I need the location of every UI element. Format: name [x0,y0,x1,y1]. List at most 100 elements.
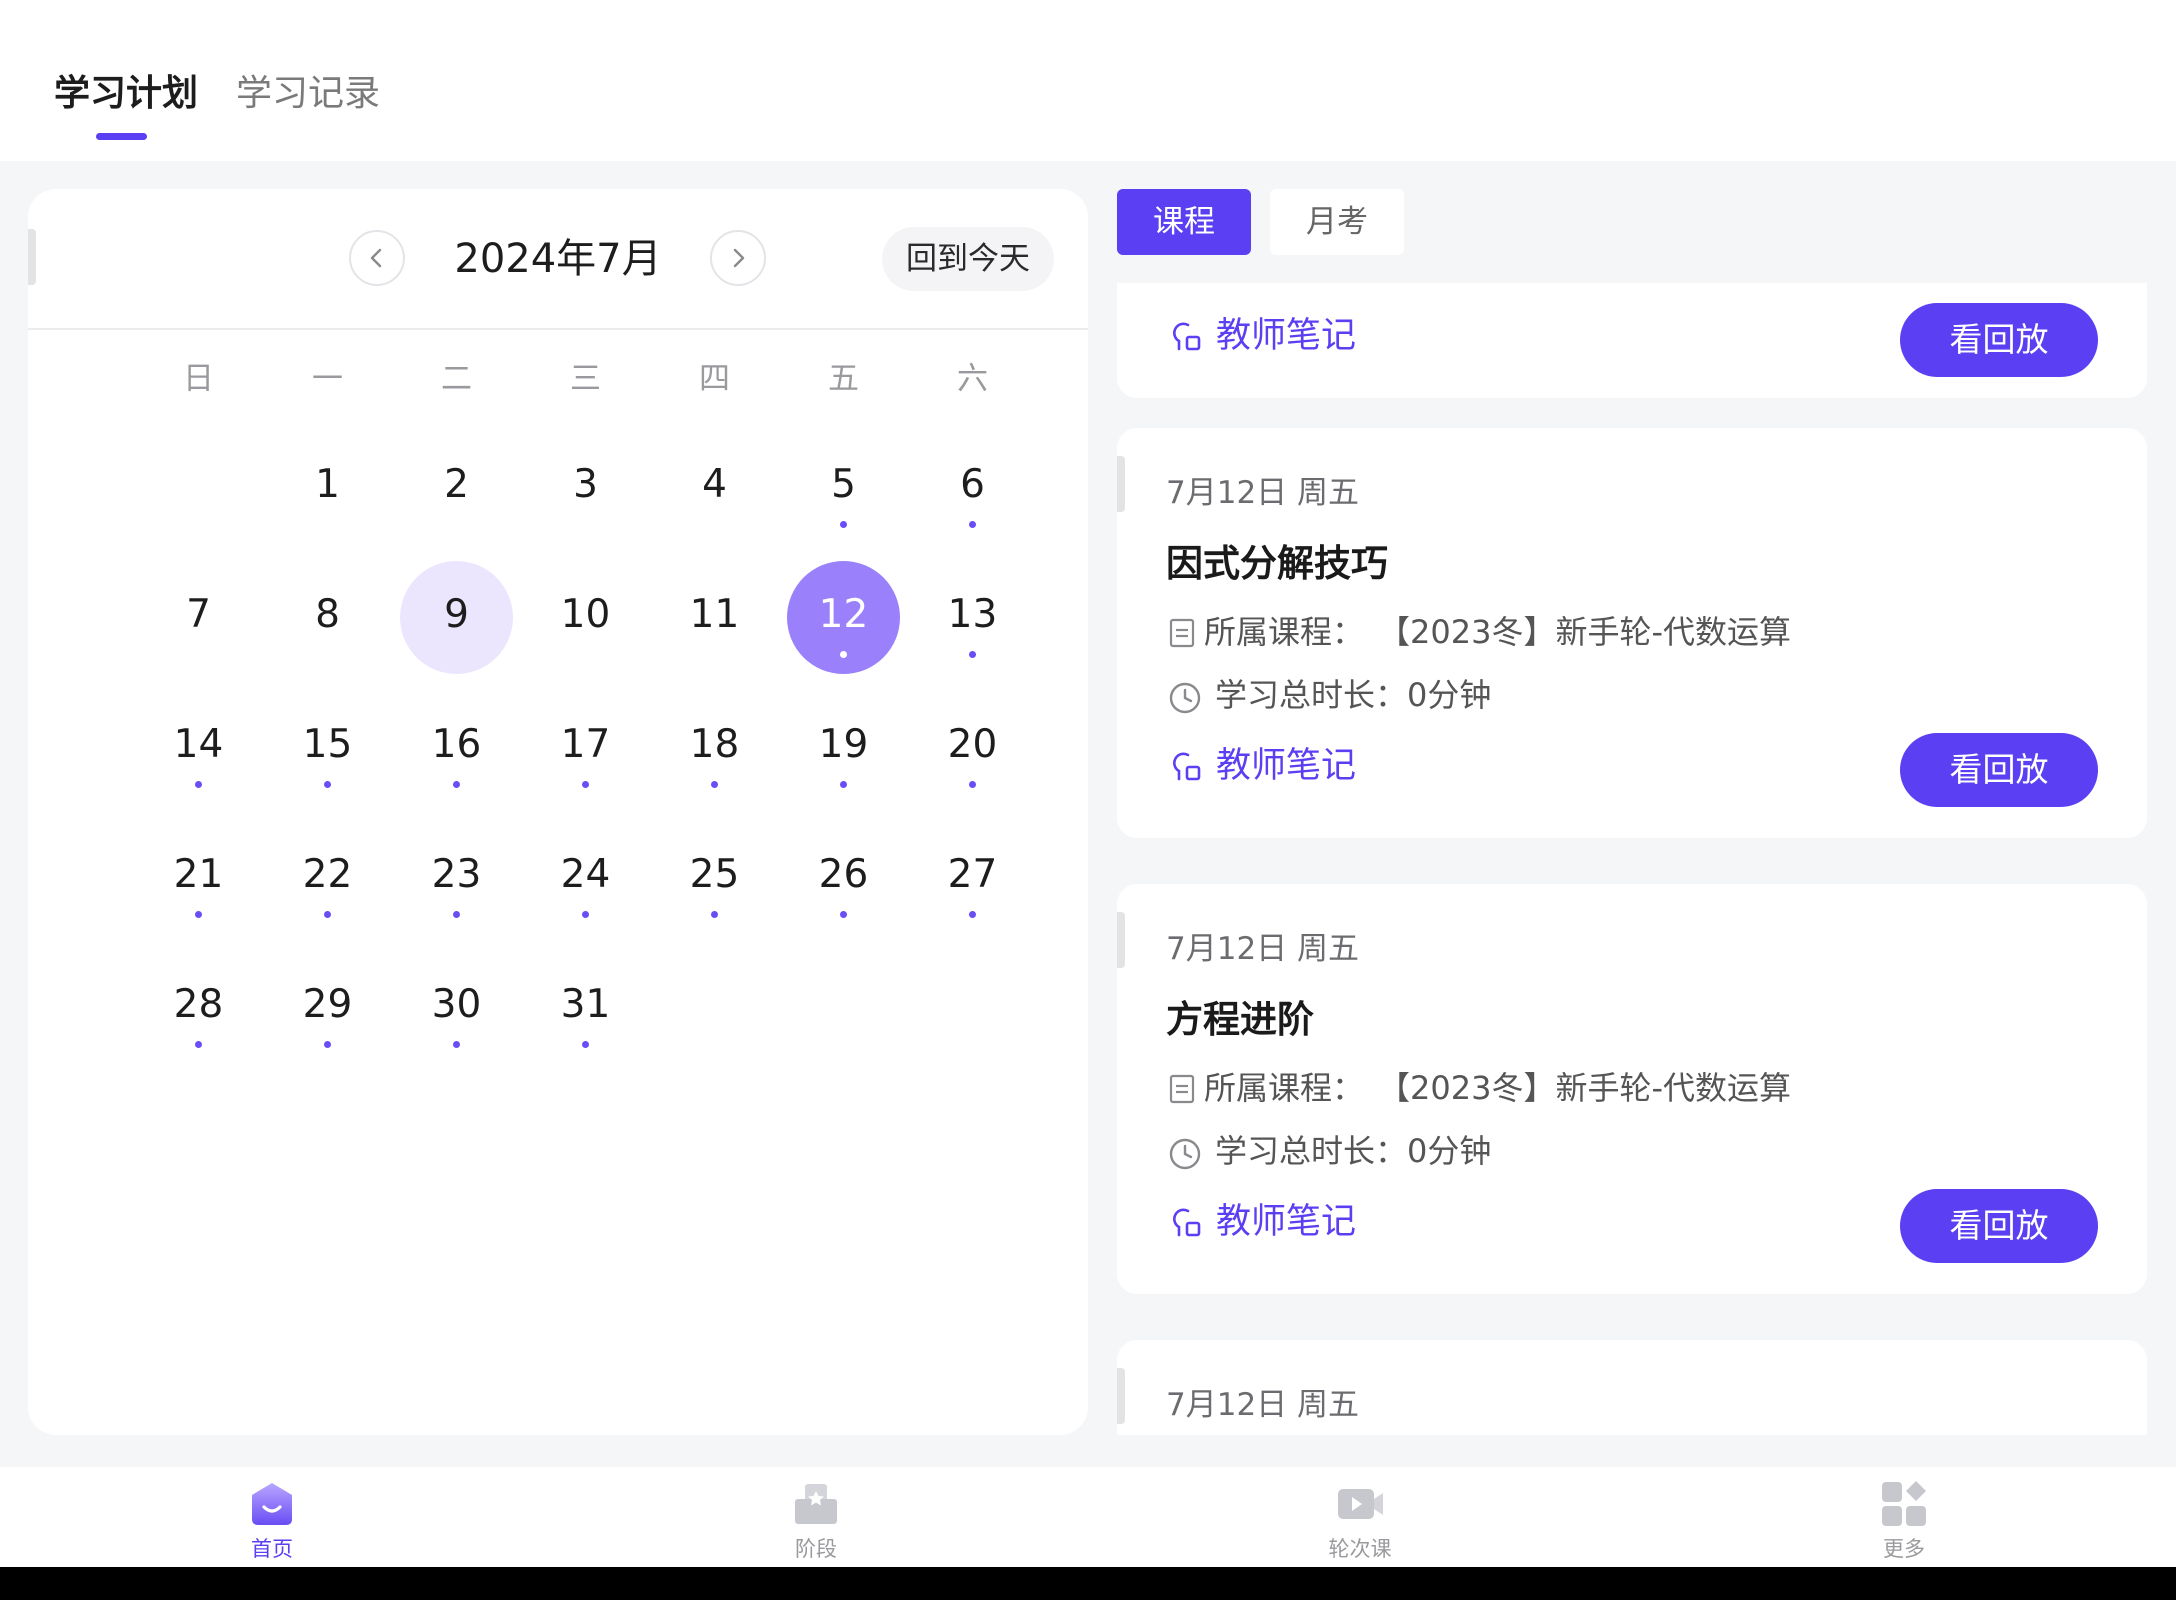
calendar-day[interactable]: 12 [779,550,908,680]
day-number: 18 [689,722,740,767]
day-number: 8 [315,592,340,637]
has-lesson-dot [195,911,202,918]
back-to-today-button[interactable]: 回到今天 [882,227,1054,291]
lesson-card: 7月12日 周五 [1117,1340,2147,1435]
calendar-day[interactable]: 16 [392,680,521,810]
watch-replay-button[interactable]: 看回放 [1900,733,2098,807]
calendar-day[interactable]: 18 [650,680,779,810]
nav-round-course[interactable]: 轮次课 [1260,1467,1460,1567]
lesson-title: 方程进阶 [1166,998,1314,1041]
calendar-day[interactable]: 5 [779,420,908,550]
calendar-day[interactable]: 19 [779,680,908,810]
calendar-day[interactable]: 8 [263,550,392,680]
nav-round-course-label: 轮次课 [1328,1537,1392,1561]
calendar-day[interactable]: 27 [908,810,1037,940]
calendar-day[interactable]: 31 [521,940,650,1070]
weekday-label: 一 [312,361,343,397]
system-bar [0,1567,2176,1600]
lesson-card: 7月12日 周五 方程进阶 所属课程： 【2023冬】新手轮-代数运算 学习总时… [1117,884,2147,1294]
chevron-left-icon [370,248,382,268]
calendar-day[interactable]: 26 [779,810,908,940]
weekday-label: 五 [828,361,859,397]
top-header: 学习计划 学习记录 [0,0,2176,161]
stage-icon [795,1484,837,1524]
calendar-day[interactable]: 23 [392,810,521,940]
has-lesson-dot [453,911,460,918]
course-label: 所属课程： [1204,613,1365,651]
has-lesson-dot [582,1041,589,1048]
day-number: 17 [560,722,611,767]
lesson-card: 7月12日 周五 因式分解技巧 所属课程： 【2023冬】新手轮-代数运算 学习… [1117,428,2147,838]
course-label: 所属课程： [1204,1069,1365,1107]
has-lesson-dot [840,911,847,918]
month-title: 2024年7月 [454,236,662,282]
has-lesson-dot [840,521,847,528]
nav-more[interactable]: 更多 [1804,1467,2004,1567]
prev-month-button[interactable] [349,230,405,286]
calendar-day[interactable]: 7 [134,550,263,680]
lesson-date: 7月12日 周五 [1166,931,1360,967]
calendar-divider [28,328,1088,330]
day-number: 14 [173,722,224,767]
calendar-day[interactable]: 9 [392,550,521,680]
has-lesson-dot [969,651,976,658]
day-number: 28 [173,982,224,1027]
calendar-day[interactable]: 2 [392,420,521,550]
day-number: 23 [431,852,482,897]
watch-replay-button[interactable]: 看回放 [1900,1189,2098,1263]
has-lesson-dot [195,1041,202,1048]
calendar-day[interactable]: 3 [521,420,650,550]
day-number: 6 [960,462,985,507]
nav-home[interactable]: 首页 [172,1467,372,1567]
calendar-day[interactable]: 15 [263,680,392,810]
calendar-day[interactable]: 14 [134,680,263,810]
study-duration: 学习总时长：0分钟 [1215,1132,1492,1170]
home-icon [252,1483,292,1525]
calendar-day[interactable]: 21 [134,810,263,940]
weekday-label: 日 [183,361,214,397]
calendar-day[interactable]: 25 [650,810,779,940]
nav-more-label: 更多 [1883,1537,1925,1561]
day-number: 12 [818,592,869,637]
card-side-handle [1117,1368,1125,1424]
calendar-day[interactable]: 30 [392,940,521,1070]
day-number: 26 [818,852,869,897]
segment-course[interactable]: 课程 [1117,189,1251,255]
calendar-day[interactable]: 6 [908,420,1037,550]
has-lesson-dot [969,521,976,528]
segment-monthly-exam[interactable]: 月考 [1270,189,1404,255]
has-lesson-dot [453,781,460,788]
tab-study-record[interactable]: 学习记录 [236,70,380,118]
day-number: 21 [173,852,224,897]
calendar-day[interactable]: 1 [263,420,392,550]
calendar-day[interactable]: 28 [134,940,263,1070]
tab-study-plan[interactable]: 学习计划 [54,70,198,118]
document-icon [1169,618,1195,648]
calendar-day[interactable]: 17 [521,680,650,810]
has-lesson-dot [582,911,589,918]
day-number: 25 [689,852,740,897]
notes-icon [1173,322,1201,351]
has-lesson-dot [195,781,202,788]
calendar-day[interactable]: 11 [650,550,779,680]
calendar-day[interactable]: 13 [908,550,1037,680]
has-lesson-dot [711,781,718,788]
has-lesson-dot [582,781,589,788]
lesson-date: 7月12日 周五 [1166,1387,1360,1423]
calendar-card: 2024年7月 回到今天 日一二三四五六 1 2 3 4 5 6 7 8 9 10 11 12 13 14… [28,189,1088,1435]
watch-replay-button[interactable]: 看回放 [1900,303,2098,377]
calendar-day[interactable]: 4 [650,420,779,550]
day-number: 11 [689,592,740,637]
course-value: 【2023冬】新手轮-代数运算 [1378,613,1791,651]
day-number: 5 [831,462,856,507]
calendar-day[interactable]: 29 [263,940,392,1070]
card-side-handle [1117,912,1125,968]
active-tab-indicator [96,133,147,140]
next-month-button[interactable] [710,230,766,286]
nav-stage[interactable]: 阶段 [716,1467,916,1567]
has-lesson-dot [324,781,331,788]
calendar-day[interactable]: 10 [521,550,650,680]
calendar-day[interactable]: 20 [908,680,1037,810]
calendar-day[interactable]: 24 [521,810,650,940]
calendar-day[interactable]: 22 [263,810,392,940]
